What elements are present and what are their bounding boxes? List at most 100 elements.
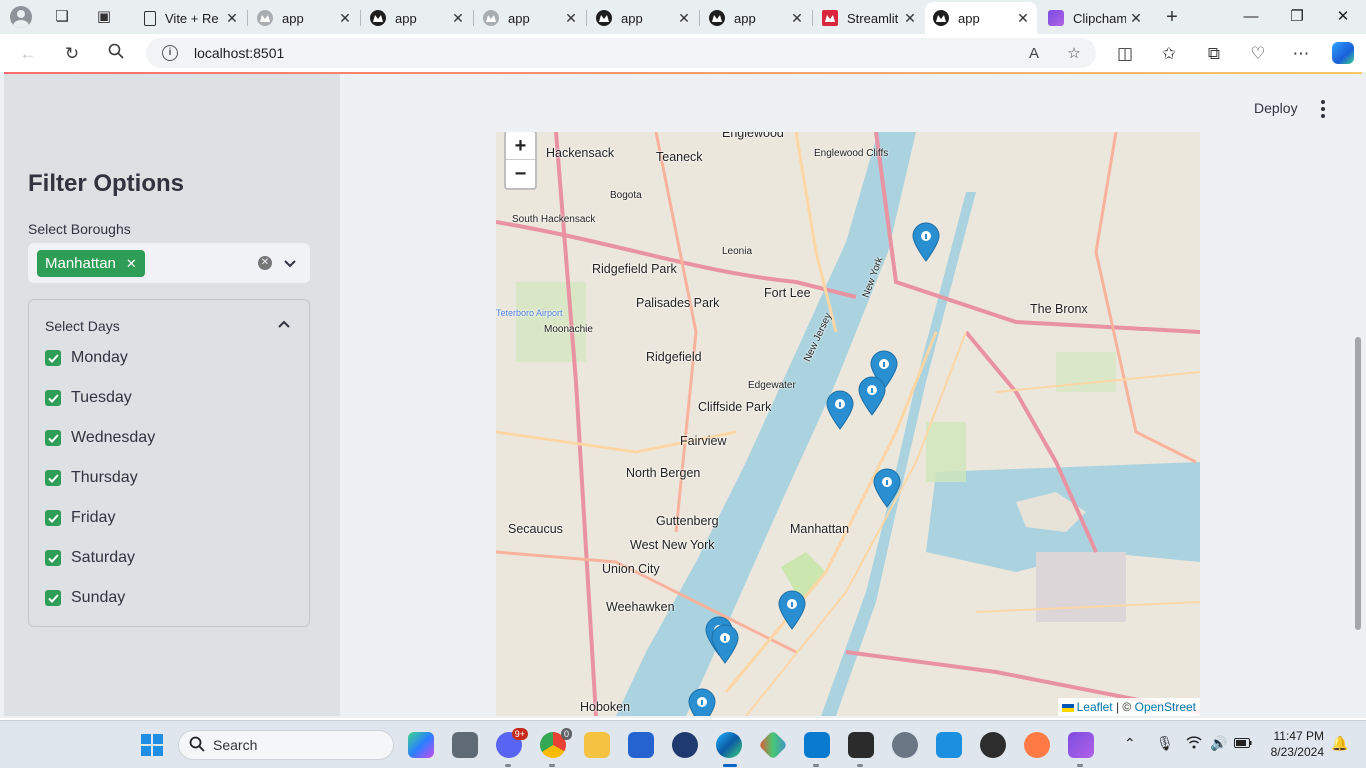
map[interactable]: Englewood Hackensack Teaneck Englewood C… — [496, 132, 1200, 716]
chrome-icon[interactable]: 0 — [540, 728, 572, 758]
todo-icon[interactable] — [628, 732, 654, 758]
back-icon[interactable]: ← — [17, 43, 39, 65]
battery-icon[interactable] — [1234, 735, 1252, 751]
tab-app-active[interactable]: app ✕ — [925, 2, 1037, 34]
obs-icon[interactable] — [980, 732, 1006, 758]
checkmark-icon[interactable] — [45, 550, 61, 566]
chevron-down-icon[interactable] — [282, 253, 298, 273]
site-info-icon[interactable]: i — [162, 45, 178, 61]
chevron-up-icon[interactable] — [273, 313, 295, 335]
checkbox-sunday[interactable]: Sunday — [45, 586, 125, 610]
tab-clipchamp[interactable]: Clipchamp ✕ — [1040, 4, 1150, 32]
map-marker-icon[interactable] — [911, 222, 941, 262]
refresh-icon[interactable]: ↻ — [61, 43, 83, 65]
checkmark-icon[interactable] — [45, 350, 61, 366]
tab-streamlit[interactable]: Streamlit ✕ — [814, 4, 924, 32]
page-scrollbar[interactable] — [1355, 337, 1361, 630]
profile-avatar-icon[interactable] — [10, 6, 32, 28]
tab-app-5[interactable]: app ✕ — [701, 4, 811, 32]
favorites-icon[interactable]: ✩ — [1158, 43, 1180, 65]
days-expander-header[interactable]: Select Days — [45, 318, 120, 334]
map-marker-icon[interactable] — [687, 688, 717, 716]
leaflet-link[interactable]: Leaflet — [1077, 700, 1113, 714]
discord-icon[interactable]: 9+ — [496, 728, 528, 758]
tab-app-4[interactable]: app ✕ — [588, 4, 698, 32]
checkbox-friday[interactable]: Friday — [45, 506, 115, 530]
checkbox-wednesday[interactable]: Wednesday — [45, 426, 155, 450]
zoom-out-button[interactable]: − — [506, 160, 535, 188]
close-tab-icon[interactable]: ✕ — [448, 10, 468, 27]
zoom-in-button[interactable]: + — [506, 132, 535, 160]
tab-actions-icon[interactable]: ▣ — [94, 7, 114, 27]
borough-chip[interactable]: Manhattan ✕ — [37, 250, 145, 277]
tab-vite[interactable]: Vite + Re ✕ — [136, 4, 246, 32]
checkbox-saturday[interactable]: Saturday — [45, 546, 135, 570]
copilot-icon[interactable] — [1332, 42, 1354, 64]
restore-icon[interactable]: ❐ — [1274, 6, 1320, 28]
map-marker-icon[interactable] — [857, 376, 887, 416]
tab-app-1[interactable]: app ✕ — [249, 4, 359, 32]
more-menu-icon[interactable]: ⋯ — [1290, 43, 1312, 65]
edge-icon[interactable] — [716, 732, 742, 758]
tab-app-2[interactable]: app ✕ — [362, 4, 472, 32]
wifi-icon[interactable] — [1186, 735, 1202, 752]
boroughs-multiselect[interactable]: Manhattan ✕ ✕ — [28, 243, 310, 283]
chevron-up-icon[interactable]: ⌃ — [1124, 735, 1136, 752]
mail-bird-icon[interactable] — [672, 732, 698, 758]
checkbox-thursday[interactable]: Thursday — [45, 466, 138, 490]
terminal-icon[interactable] — [848, 732, 874, 758]
map-marker-icon[interactable] — [710, 624, 740, 664]
url-bar[interactable]: i localhost:8501 A ☆ — [146, 38, 1096, 68]
read-aloud-icon[interactable]: A — [1024, 44, 1044, 64]
checkbox-monday[interactable]: Monday — [45, 346, 128, 370]
settings-gear-icon[interactable] — [892, 732, 918, 758]
close-tab-icon[interactable]: ✕ — [900, 10, 920, 27]
task-view-icon[interactable] — [452, 732, 478, 758]
remove-chip-icon[interactable]: ✕ — [126, 256, 137, 272]
close-window-icon[interactable]: ✕ — [1320, 6, 1366, 28]
copilot-pre-icon[interactable] — [408, 732, 434, 758]
workspaces-icon[interactable]: ❏ — [52, 7, 72, 27]
windows-start-icon[interactable] — [139, 732, 165, 758]
checkbox-tuesday[interactable]: Tuesday — [45, 386, 132, 410]
file-explorer-icon[interactable] — [584, 732, 610, 758]
git-kraken-icon[interactable] — [758, 730, 788, 760]
new-tab-icon[interactable]: + — [1162, 7, 1182, 27]
tab-app-3[interactable]: app ✕ — [475, 4, 585, 32]
taskbar-search[interactable]: Search — [178, 730, 394, 760]
map-marker-icon[interactable] — [825, 390, 855, 430]
url-text[interactable]: localhost:8501 — [194, 45, 284, 61]
close-tab-icon[interactable]: ✕ — [787, 10, 807, 27]
system-clock[interactable]: 11:47 PM 8/23/2024 — [1266, 728, 1324, 760]
search-icon[interactable] — [105, 43, 127, 65]
minimize-icon[interactable]: — — [1228, 6, 1274, 28]
split-screen-icon[interactable]: ◫ — [1114, 43, 1136, 65]
clear-selection-icon[interactable]: ✕ — [258, 256, 272, 270]
close-tab-icon[interactable]: ✕ — [1126, 10, 1146, 27]
favorite-star-icon[interactable]: ☆ — [1064, 44, 1084, 64]
browser-essentials-icon[interactable]: ♡ — [1247, 43, 1269, 65]
osm-link[interactable]: OpenStreet — [1135, 700, 1196, 714]
volume-icon[interactable]: 🔊 — [1210, 735, 1227, 752]
close-tab-icon[interactable]: ✕ — [674, 10, 694, 27]
checkmark-icon[interactable] — [45, 390, 61, 406]
microphone-icon[interactable]: 🎙 — [1156, 735, 1174, 752]
photos-icon[interactable] — [936, 732, 962, 758]
map-marker-icon[interactable] — [872, 468, 902, 508]
checkmark-icon[interactable] — [45, 430, 61, 446]
close-tab-icon[interactable]: ✕ — [335, 10, 355, 27]
checkmark-icon[interactable] — [45, 590, 61, 606]
checkmark-icon[interactable] — [45, 510, 61, 526]
clipchamp-icon[interactable] — [1068, 732, 1094, 758]
checkmark-icon[interactable] — [45, 470, 61, 486]
vscode-icon[interactable] — [804, 732, 830, 758]
close-tab-icon[interactable]: ✕ — [1013, 10, 1033, 27]
map-marker-icon[interactable] — [777, 590, 807, 630]
media-player-icon[interactable] — [1024, 732, 1050, 758]
close-tab-icon[interactable]: ✕ — [561, 10, 581, 27]
deploy-button[interactable]: Deploy — [1254, 100, 1298, 116]
notification-bell-icon[interactable]: 🔔 — [1331, 735, 1348, 752]
close-tab-icon[interactable]: ✕ — [222, 10, 242, 27]
main-menu-icon[interactable] — [1314, 98, 1332, 120]
collections-icon[interactable]: ⧉ — [1203, 43, 1225, 65]
